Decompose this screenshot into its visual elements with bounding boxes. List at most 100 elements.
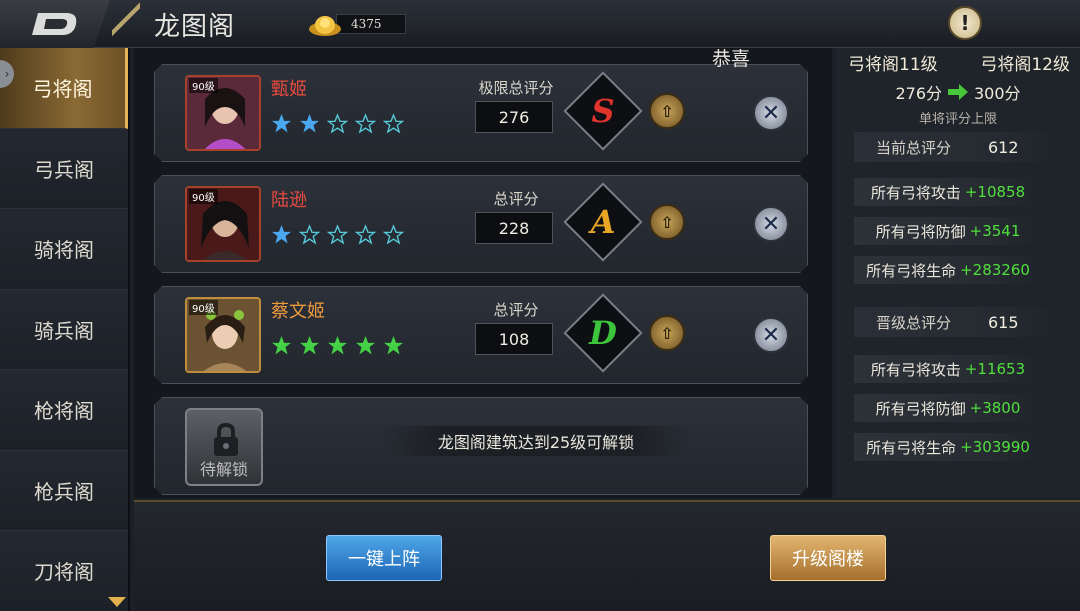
current-level: 弓将阁11级 bbox=[848, 55, 938, 75]
star-filled-icon bbox=[299, 113, 320, 134]
star-empty-icon bbox=[383, 224, 404, 245]
stat-row: 所有弓将攻击 +11653 bbox=[854, 355, 1042, 383]
stat-row: 所有弓将防御 +3800 bbox=[854, 394, 1042, 422]
gold-counter: 4375 bbox=[308, 10, 408, 38]
star-filled-icon bbox=[327, 335, 348, 356]
next-total-row: 晋级总评分 615 bbox=[854, 307, 1060, 337]
score-value: 228 bbox=[475, 212, 553, 244]
stat-row: 所有弓将生命 +303990 bbox=[854, 433, 1042, 461]
star-filled-icon bbox=[271, 113, 292, 134]
star-empty-icon bbox=[327, 113, 348, 134]
hero-card: 90级 陆逊 总评分 228 A ⇧ ✕ bbox=[154, 175, 808, 273]
star-empty-icon bbox=[299, 224, 320, 245]
unlock-requirement: 龙图阁建筑达到25级可解锁 bbox=[381, 426, 691, 456]
stat-value: +10858 bbox=[964, 183, 1026, 201]
stat-value: +11653 bbox=[964, 360, 1026, 378]
locked-slot-box[interactable]: 待解锁 bbox=[185, 408, 263, 486]
sidebar-item-archer-general[interactable]: 弓将阁 bbox=[0, 48, 128, 129]
remove-hero-button[interactable]: ✕ bbox=[753, 317, 789, 353]
stat-row: 所有弓将攻击 +10858 bbox=[854, 178, 1042, 206]
hero-name: 蔡文姬 bbox=[271, 301, 325, 322]
star-filled-icon bbox=[355, 335, 376, 356]
upgrade-hero-button[interactable]: ⇧ bbox=[649, 93, 685, 129]
sidebar-item-cavalry-general[interactable]: 骑将阁 bbox=[0, 209, 128, 290]
hero-portrait[interactable]: 90级 bbox=[185, 75, 261, 151]
upgrade-hero-button[interactable]: ⇧ bbox=[649, 204, 685, 240]
stat-label: 所有弓将防御 bbox=[875, 399, 966, 418]
top-bar: 龙图阁 4375 ! bbox=[0, 0, 1080, 48]
level-info-panel: 弓将阁11级 弓将阁12级 276分 300分 单将评分上限 当前总评分 612… bbox=[836, 48, 1080, 498]
star-empty-icon bbox=[327, 224, 348, 245]
stat-label: 所有弓将攻击 bbox=[870, 183, 961, 202]
grade-badge: A bbox=[590, 203, 616, 241]
scroll-down-icon[interactable] bbox=[108, 597, 126, 607]
locked-slot: 待解锁 龙图阁建筑达到25级可解锁 bbox=[154, 397, 808, 495]
close-icon: ✕ bbox=[761, 211, 781, 237]
stat-value: +303990 bbox=[960, 438, 1030, 456]
star-rating bbox=[271, 224, 404, 245]
cap-label: 单将评分上限 bbox=[918, 112, 997, 127]
stat-row: 所有弓将防御 +3541 bbox=[854, 217, 1042, 245]
star-filled-icon bbox=[271, 335, 292, 356]
info-button[interactable]: ! bbox=[948, 6, 982, 40]
score-value: 276 bbox=[475, 101, 553, 133]
star-empty-icon bbox=[355, 224, 376, 245]
star-rating bbox=[271, 113, 404, 134]
hero-list: 90级 甄姬 极限总评分 276 S ⇧ ✕ 90级 陆逊 总评分 228 A … bbox=[134, 48, 832, 498]
hero-card: 90级 甄姬 极限总评分 276 S ⇧ ✕ bbox=[154, 64, 808, 162]
cap-from: 276分 bbox=[895, 84, 942, 103]
score-label: 极限总评分 bbox=[478, 79, 554, 97]
level-row: 弓将阁11级 弓将阁12级 bbox=[848, 50, 1070, 75]
sidebar-item-cavalry-soldier[interactable]: 骑兵阁 bbox=[0, 289, 128, 370]
star-rating bbox=[271, 335, 404, 356]
star-filled-icon bbox=[271, 224, 292, 245]
hero-level: 90级 bbox=[189, 300, 218, 315]
sidebar: › 弓将阁 弓兵阁 骑将阁 骑兵阁 枪将阁 枪兵阁 刀将阁 bbox=[0, 48, 130, 611]
sidebar-item-archer-soldier[interactable]: 弓兵阁 bbox=[0, 128, 128, 209]
stat-label: 所有弓将攻击 bbox=[870, 360, 961, 379]
current-total-value: 612 bbox=[988, 137, 1019, 157]
grade-badge: S bbox=[591, 92, 615, 130]
stat-label: 所有弓将生命 bbox=[866, 438, 957, 457]
hero-level: 90级 bbox=[189, 189, 218, 204]
next-total-label: 晋级总评分 bbox=[876, 313, 952, 332]
score-label: 总评分 bbox=[493, 301, 539, 319]
next-level: 弓将阁12级 bbox=[980, 55, 1070, 75]
remove-hero-button[interactable]: ✕ bbox=[753, 95, 789, 131]
gold-value: 4375 bbox=[336, 14, 406, 34]
cap-to: 300分 bbox=[974, 84, 1021, 103]
star-empty-icon bbox=[383, 113, 404, 134]
exclamation-icon: ! bbox=[960, 11, 970, 35]
stat-label: 所有弓将生命 bbox=[866, 261, 957, 280]
hero-portrait[interactable]: 90级 bbox=[185, 186, 261, 262]
back-arrow-icon bbox=[32, 13, 77, 35]
back-button[interactable] bbox=[0, 0, 110, 48]
sidebar-item-spear-general[interactable]: 枪将阁 bbox=[0, 370, 128, 451]
score-label: 总评分 bbox=[493, 190, 539, 208]
stat-row: 所有弓将生命 +283260 bbox=[854, 256, 1042, 284]
current-total-label: 当前总评分 bbox=[876, 138, 952, 157]
arrow-up-icon: ⇧ bbox=[660, 323, 674, 343]
arrow-right-icon bbox=[948, 84, 968, 100]
score-value: 108 bbox=[475, 323, 553, 355]
close-icon: ✕ bbox=[761, 100, 781, 126]
grade-badge: D bbox=[589, 314, 617, 352]
next-total-value: 615 bbox=[988, 312, 1019, 332]
gold-ingot-icon bbox=[309, 16, 341, 36]
remove-hero-button[interactable]: ✕ bbox=[753, 206, 789, 242]
sidebar-item-spear-soldier[interactable]: 枪兵阁 bbox=[0, 450, 128, 531]
arrow-up-icon: ⇧ bbox=[660, 212, 674, 232]
hero-card: 90级 蔡文姬 总评分 108 D ⇧ ✕ bbox=[154, 286, 808, 384]
stat-value: +283260 bbox=[960, 261, 1030, 279]
upgrade-pavilion-button[interactable]: 升级阁楼 bbox=[770, 535, 886, 581]
stat-label: 所有弓将防御 bbox=[875, 222, 966, 241]
one-click-deploy-button[interactable]: 一键上阵 bbox=[326, 535, 442, 581]
upgrade-hero-button[interactable]: ⇧ bbox=[649, 315, 685, 351]
score-cap-row: 276分 300分 bbox=[836, 80, 1080, 104]
page-title: 龙图阁 bbox=[112, 0, 292, 48]
hero-name: 甄姬 bbox=[271, 79, 307, 100]
stat-value: +3541 bbox=[969, 222, 1021, 240]
hero-portrait[interactable]: 90级 bbox=[185, 297, 261, 373]
bottom-bar: 一键上阵 升级阁楼 bbox=[134, 500, 1080, 611]
star-filled-icon bbox=[299, 335, 320, 356]
